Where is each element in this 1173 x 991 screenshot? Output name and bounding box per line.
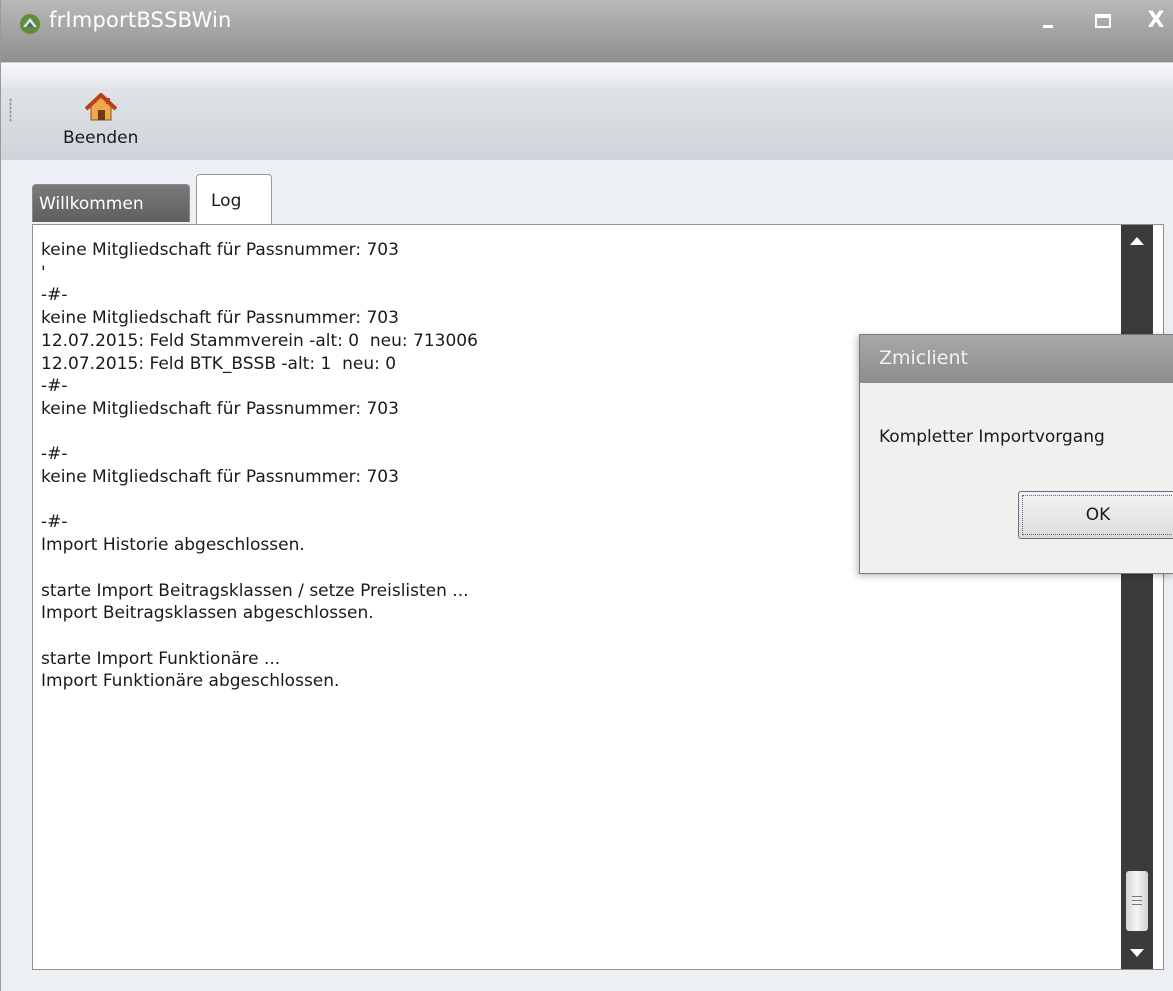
log-line: Import Beitragsklassen abgeschlossen. <box>41 603 374 624</box>
thumb-grip-line <box>1132 904 1142 905</box>
minimize-button[interactable] <box>1031 6 1065 36</box>
window-title: frImportBSSBWin <box>49 8 232 32</box>
log-line: starte Import Beitragsklassen / setze Pr… <box>41 580 469 601</box>
scroll-thumb[interactable] <box>1126 871 1148 931</box>
beenden-button[interactable]: Beenden <box>57 88 163 158</box>
title-bar[interactable]: frImportBSSBWin X <box>1 0 1173 62</box>
minimize-icon <box>1043 24 1053 28</box>
tab-strip: Willkommen Log <box>1 160 1173 224</box>
log-line: -#- <box>41 285 68 306</box>
ribbon-header <box>1 62 1173 89</box>
toolbar-grip[interactable] <box>9 98 12 122</box>
thumb-grip-line <box>1132 900 1142 901</box>
app-window: frImportBSSBWin X Beenden Willkommen Log… <box>0 0 1173 991</box>
scroll-up-arrow-icon[interactable] <box>1121 225 1153 257</box>
maximize-button[interactable] <box>1086 6 1120 36</box>
log-line: ' <box>41 262 46 283</box>
app-logo-icon <box>20 14 40 34</box>
log-line: Import Funktionäre abgeschlossen. <box>41 671 340 692</box>
tab-log[interactable]: Log <box>196 174 272 224</box>
close-button[interactable]: X <box>1139 6 1173 36</box>
log-line: keine Mitgliedschaft für Passnummer: 703 <box>41 308 399 329</box>
maximize-icon <box>1095 14 1111 28</box>
log-line: keine Mitgliedschaft für Passnummer: 703 <box>41 240 399 260</box>
message-dialog: Zmiclient Kompletter Importvorgang OK <box>859 334 1173 574</box>
ok-button[interactable]: OK <box>1018 491 1173 539</box>
ok-button-label: OK <box>1085 505 1111 525</box>
dialog-message: Kompletter Importvorgang <box>879 427 1105 447</box>
scroll-down-arrow-icon[interactable] <box>1121 937 1153 969</box>
beenden-label: Beenden <box>63 128 139 148</box>
log-line: starte Import Funktionäre ... <box>41 648 281 669</box>
tab-willkommen[interactable]: Willkommen <box>32 184 190 222</box>
dialog-title: Zmiclient <box>879 347 968 369</box>
thumb-grip-line <box>1132 896 1142 897</box>
toolbar: Beenden <box>1 88 1173 161</box>
house-icon <box>85 93 117 121</box>
close-icon: X <box>1147 8 1165 33</box>
dialog-title-bar[interactable]: Zmiclient <box>860 335 1173 383</box>
